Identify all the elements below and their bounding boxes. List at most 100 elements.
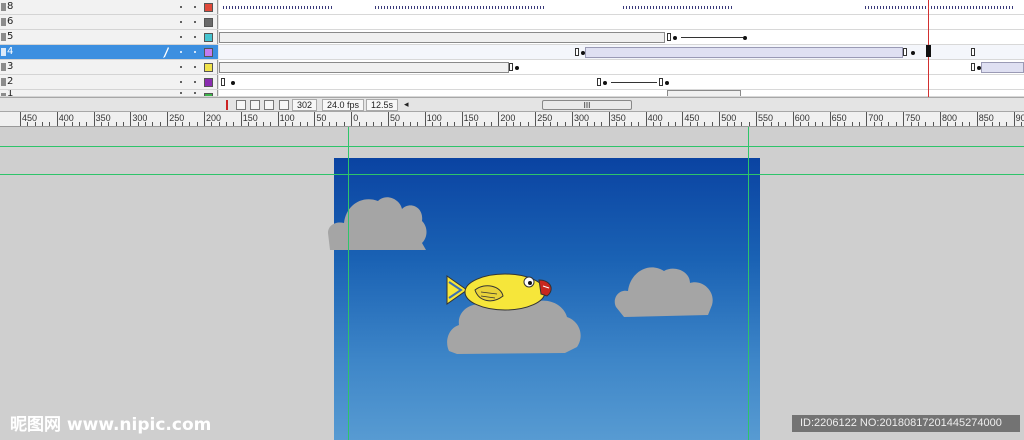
center-frame-icon[interactable] (222, 100, 232, 110)
ruler-tick (903, 112, 905, 126)
lock-toggle[interactable] (194, 66, 196, 68)
ruler-tick (491, 122, 493, 126)
layer-name[interactable]: 8 (7, 1, 13, 12)
ruler-tick (969, 122, 971, 126)
visibility-toggle[interactable] (180, 92, 182, 94)
guide-horizontal[interactable] (0, 146, 1024, 147)
keyframe[interactable] (665, 81, 669, 85)
ruler-tick (270, 122, 272, 126)
visibility-toggle[interactable] (180, 81, 182, 83)
current-frame-field[interactable]: 302 (292, 99, 318, 111)
keyframe[interactable] (575, 48, 579, 56)
frame-row-4[interactable] (219, 45, 1024, 60)
layer-row-5[interactable]: 5 (0, 30, 218, 45)
frame-rate-field[interactable]: 24.0 fps (322, 99, 365, 111)
keyframe[interactable] (911, 51, 915, 55)
keyframe[interactable] (603, 81, 607, 85)
lock-toggle[interactable] (194, 81, 196, 83)
onion-skin-icon[interactable] (236, 100, 246, 110)
keyframe[interactable] (231, 81, 235, 85)
ruler-tick (86, 122, 88, 126)
ruler-tick (167, 112, 169, 126)
layer-name[interactable]: 4 (7, 46, 13, 57)
outline-color-icon[interactable] (204, 3, 213, 12)
layer-name[interactable]: 5 (7, 31, 13, 42)
layer-name[interactable]: 1 (7, 90, 13, 96)
bird-sprite[interactable] (445, 268, 557, 314)
ruler-tick (240, 112, 242, 126)
static-frames[interactable] (667, 90, 741, 96)
ruler-tick (594, 122, 596, 126)
keyframe[interactable] (509, 63, 513, 71)
ruler-tick (866, 112, 868, 126)
layer-name[interactable]: 2 (7, 76, 13, 87)
ruler-label: 200 (500, 113, 516, 123)
lock-toggle[interactable] (194, 36, 196, 38)
lock-toggle[interactable] (194, 21, 196, 23)
ruler-tick (424, 112, 426, 126)
layer-row-8[interactable]: 8 (0, 0, 218, 15)
ruler-tick (851, 122, 853, 126)
lock-toggle[interactable] (194, 6, 196, 8)
onion-skin-outline-icon[interactable] (250, 100, 260, 110)
layer-row-3[interactable]: 3 (0, 60, 218, 75)
static-frames[interactable] (219, 62, 509, 73)
keyframe[interactable] (971, 48, 975, 56)
guide-horizontal[interactable] (0, 174, 1024, 175)
timeline-panel: 8 6 5 4 3 2 1 302 24.0 fps 12.5s ◂ III (0, 0, 1024, 112)
guide-vertical[interactable] (348, 127, 349, 440)
ruler-tick (56, 112, 58, 126)
visibility-toggle[interactable] (180, 6, 182, 8)
keyframe[interactable] (971, 63, 975, 71)
keyframe[interactable] (743, 36, 747, 40)
stage-workspace[interactable] (0, 127, 1024, 440)
guide-vertical[interactable] (748, 127, 749, 440)
keyframe[interactable] (667, 33, 671, 41)
outline-color-icon[interactable] (204, 78, 213, 87)
horizontal-scrollbar-thumb[interactable]: III (542, 100, 632, 110)
layer-name[interactable]: 3 (7, 61, 13, 72)
layer-row-2[interactable]: 2 (0, 75, 218, 90)
outline-color-icon[interactable] (204, 63, 213, 72)
outline-color-icon[interactable] (204, 33, 213, 42)
cloud-shape[interactable] (324, 193, 430, 251)
ruler-tick (756, 112, 757, 126)
frame-row-8[interactable] (219, 0, 1024, 15)
ruler-tick (748, 122, 750, 126)
static-frames[interactable] (219, 32, 665, 43)
layer-row-6[interactable]: 6 (0, 15, 218, 30)
frame-row-5[interactable] (219, 30, 1024, 45)
frame-row-2[interactable] (219, 75, 1024, 90)
layer-row-4[interactable]: 4 (0, 45, 218, 60)
outline-color-icon[interactable] (204, 18, 213, 27)
keyframe[interactable] (659, 78, 663, 86)
lock-toggle[interactable] (194, 51, 196, 53)
keyframe[interactable] (903, 48, 907, 56)
cloud-shape[interactable] (612, 263, 716, 319)
keyframe[interactable] (673, 36, 677, 40)
tween-span[interactable] (981, 62, 1024, 73)
ruler-tick (307, 122, 309, 126)
keyframe[interactable] (597, 78, 601, 86)
scroll-left-arrow-icon[interactable]: ◂ (404, 99, 409, 110)
modify-onion-markers-icon[interactable] (279, 100, 289, 110)
visibility-toggle[interactable] (180, 21, 182, 23)
ruler-tick (608, 112, 610, 126)
outline-color-icon[interactable] (204, 48, 213, 57)
timeline-toolbar: 302 24.0 fps 12.5s ◂ III (0, 97, 1024, 112)
frame-row-1[interactable] (219, 90, 1024, 97)
tween-span[interactable] (585, 47, 903, 58)
edit-multiple-frames-icon[interactable] (264, 100, 274, 110)
visibility-toggle[interactable] (180, 36, 182, 38)
frame-row-3[interactable] (219, 60, 1024, 75)
frame-row-6[interactable] (219, 15, 1024, 30)
lock-toggle[interactable] (194, 92, 196, 94)
layer-row-1[interactable]: 1 (0, 90, 218, 97)
visibility-toggle[interactable] (180, 51, 182, 53)
keyframe[interactable] (515, 66, 519, 70)
keyframe[interactable] (221, 78, 225, 86)
layer-name[interactable]: 6 (7, 16, 13, 27)
visibility-toggle[interactable] (180, 66, 182, 68)
frame-grid[interactable] (219, 0, 1024, 97)
ruler-label: 150 (242, 113, 258, 123)
